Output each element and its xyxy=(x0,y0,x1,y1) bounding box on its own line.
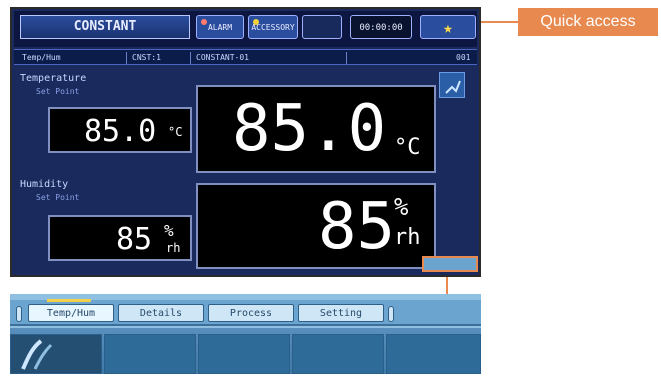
tile-5[interactable] xyxy=(386,334,481,374)
info-left: Temp/Hum xyxy=(22,53,61,62)
tile-4[interactable] xyxy=(292,334,384,374)
temperature-set-value: 85.0 xyxy=(84,114,157,149)
quick-access-callout: Quick access xyxy=(518,8,658,36)
humidity-set-point-box[interactable]: 85 % rh xyxy=(48,215,192,261)
tab-active-marker xyxy=(47,299,91,302)
humidity-set-unit-bottom: rh xyxy=(166,241,181,255)
tile-2[interactable] xyxy=(104,334,196,374)
bottom-strip: Temp/Hum Details Process Setting xyxy=(10,294,481,374)
mode-label: CONSTANT xyxy=(73,19,137,34)
tab-process-label: Process xyxy=(229,308,273,319)
humidity-current-box: 85 % rh xyxy=(196,183,436,269)
tile-1[interactable] xyxy=(10,334,102,374)
alarm-button[interactable]: ALARM xyxy=(196,15,244,39)
temperature-set-point-box[interactable]: 85.0 °C xyxy=(48,107,192,153)
tab-setting[interactable]: Setting xyxy=(298,304,384,322)
temperature-title: Temperature xyxy=(20,73,87,84)
side-pin-icon[interactable] xyxy=(439,72,465,98)
info-constant: CONSTANT-01 xyxy=(196,53,249,62)
tab-process[interactable]: Process xyxy=(208,304,294,322)
info-bar: Temp/Hum CNST:1 CONSTANT-01 001 xyxy=(14,49,477,65)
mode-button[interactable]: CONSTANT xyxy=(20,15,190,39)
star-icon: ★ xyxy=(443,18,453,37)
bottom-tiles-row xyxy=(10,328,481,374)
main-screen: CONSTANT ALARM ACCESSORY 00:00:00 ★ Temp… xyxy=(10,7,481,277)
quick-access-label: Quick access xyxy=(540,13,636,30)
info-program: CNST:1 xyxy=(132,53,161,62)
accessory-button[interactable]: ACCESSORY xyxy=(248,15,298,39)
tile-1-icon xyxy=(21,339,53,370)
tab-temp-hum-label: Temp/Hum xyxy=(46,308,96,319)
temperature-current-unit: °C xyxy=(394,135,421,160)
tab-row-left-cap xyxy=(16,306,22,322)
humidity-current-unit-top: % xyxy=(394,193,409,221)
bottom-right-handle[interactable] xyxy=(422,256,478,272)
temperature-current-box: 85.0 °C xyxy=(196,85,436,173)
alarm-status-icon xyxy=(201,19,207,25)
pin-icon xyxy=(445,80,461,94)
tab-details[interactable]: Details xyxy=(118,304,204,322)
accessory-status-icon xyxy=(253,19,259,25)
temperature-set-point-label: Set Point xyxy=(36,87,80,96)
humidity-current-value: 85 xyxy=(318,190,396,264)
humidity-set-point-label: Set Point xyxy=(36,193,80,202)
info-sep-2 xyxy=(190,52,191,64)
tab-details-label: Details xyxy=(139,308,183,319)
time-label: 00:00:00 xyxy=(359,23,403,33)
humidity-set-unit-top: % xyxy=(164,221,174,240)
humidity-current-unit-bottom: rh xyxy=(394,225,421,250)
tile-3[interactable] xyxy=(198,334,290,374)
tab-row: Temp/Hum Details Process Setting xyxy=(10,299,481,326)
info-sep-3 xyxy=(346,52,347,64)
tab-temp-hum[interactable]: Temp/Hum xyxy=(28,299,114,322)
info-right-code: 001 xyxy=(456,53,471,62)
tab-setting-label: Setting xyxy=(319,308,363,319)
info-sep-1 xyxy=(126,52,127,64)
humidity-set-value: 85 xyxy=(116,222,153,257)
favorites-button[interactable]: ★ xyxy=(420,15,476,39)
disabled-button xyxy=(302,15,342,39)
temperature-current-value: 85.0 xyxy=(232,92,387,166)
temperature-set-unit: °C xyxy=(168,125,183,139)
humidity-title: Humidity xyxy=(20,179,69,190)
alarm-label: ALARM xyxy=(207,23,233,32)
tab-row-right-cap xyxy=(388,306,394,322)
time-display: 00:00:00 xyxy=(350,15,412,39)
